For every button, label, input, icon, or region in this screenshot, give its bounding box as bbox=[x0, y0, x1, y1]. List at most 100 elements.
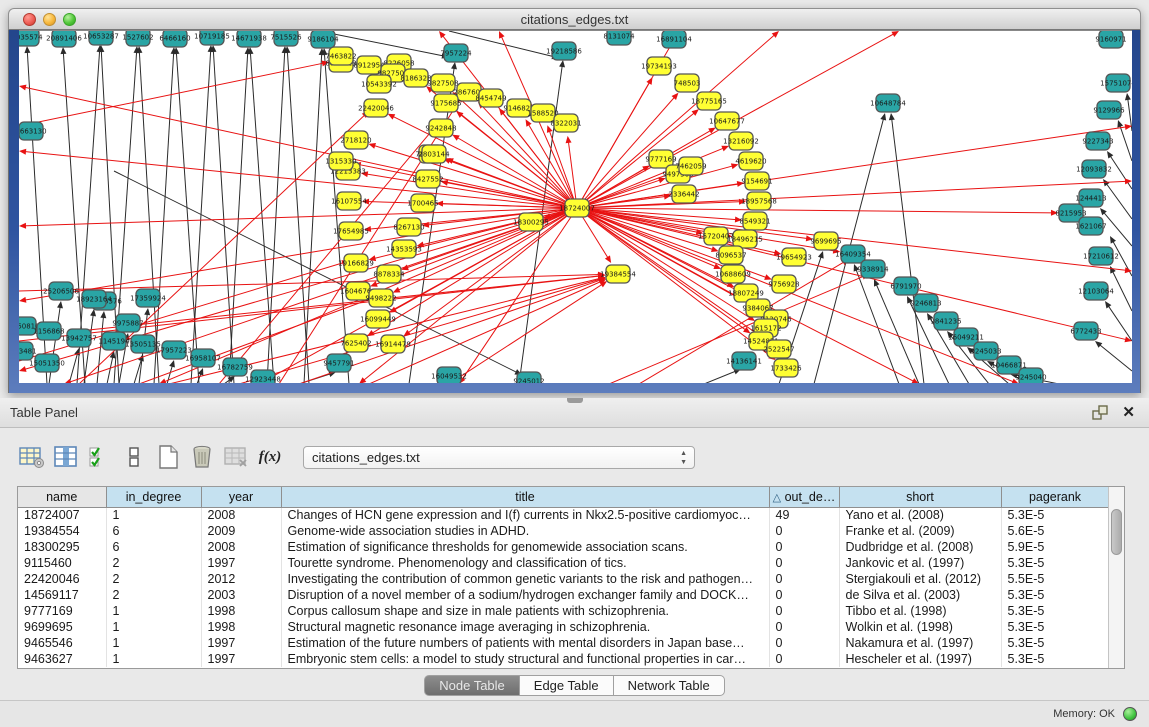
table-row[interactable]: 969969511998Structural magnetic resonanc… bbox=[18, 619, 1109, 635]
minimize-window-button[interactable] bbox=[43, 13, 56, 26]
graph-node[interactable]: 8322031 bbox=[550, 114, 581, 132]
table-row[interactable]: 1872400712008Changes of HCN gene express… bbox=[18, 507, 1109, 523]
graph-node[interactable]: 1733426 bbox=[770, 359, 802, 377]
column-visibility-icon[interactable] bbox=[51, 442, 81, 472]
zoom-window-button[interactable] bbox=[63, 13, 76, 26]
table-row[interactable]: 911546021997Tourette syndrome. Phenomeno… bbox=[18, 555, 1109, 571]
table-row[interactable]: 1830029562008Estimation of significance … bbox=[18, 539, 1109, 555]
graph-node[interactable]: 9227343 bbox=[1082, 132, 1113, 150]
graph-node[interactable]: 2663130 bbox=[19, 122, 47, 140]
table-select-dropdown[interactable]: citations_edges.txt ▲▼ bbox=[303, 446, 695, 469]
table-row[interactable]: 1456911722003Disruption of a novel membe… bbox=[18, 587, 1109, 603]
graph-node[interactable]: 8549321 bbox=[739, 212, 770, 230]
graph-node[interactable]: 9246813 bbox=[910, 294, 941, 312]
graph-node[interactable]: 10648784 bbox=[870, 94, 906, 112]
column-header-name[interactable]: name bbox=[18, 487, 106, 507]
column-header-short[interactable]: short bbox=[839, 487, 1001, 507]
table-row[interactable]: 2242004622012Investigating the contribut… bbox=[18, 571, 1109, 587]
graph-node[interactable]: 9129966 bbox=[1093, 101, 1125, 119]
graph-node[interactable]: 12093832 bbox=[1076, 160, 1112, 178]
graph-node[interactable]: 8096537 bbox=[715, 246, 746, 264]
graph-node[interactable]: 9160971 bbox=[1095, 31, 1126, 48]
graph-node[interactable]: 17359924 bbox=[130, 289, 166, 307]
network-canvas[interactable]: 4035574208914061065328715276026466160107… bbox=[19, 30, 1132, 383]
graph-node[interactable]: 2718120 bbox=[340, 131, 371, 149]
table-row[interactable]: 1938455462009Genome-wide association stu… bbox=[18, 523, 1109, 539]
graph-node[interactable]: 9498222 bbox=[365, 289, 396, 307]
graph-node[interactable]: 15751074 bbox=[1100, 74, 1132, 92]
graph-node[interactable]: 9242848 bbox=[425, 119, 456, 137]
column-header-pagerank[interactable]: pagerank bbox=[1001, 487, 1109, 507]
tab-network-table[interactable]: Network Table bbox=[614, 675, 725, 696]
row-select-checks-icon[interactable] bbox=[85, 442, 115, 472]
tab-node-table[interactable]: Node Table bbox=[424, 675, 520, 696]
graph-node[interactable]: 25206506 bbox=[43, 282, 79, 300]
graph-node[interactable]: 9699695 bbox=[810, 232, 841, 250]
graph-node[interactable]: 10653287 bbox=[83, 31, 119, 45]
graph-node[interactable]: 20891406 bbox=[46, 31, 82, 47]
close-panel-icon[interactable]: ✕ bbox=[1122, 403, 1135, 421]
graph-node[interactable]: 17210612 bbox=[1083, 247, 1119, 265]
graph-node[interactable]: 2522547 bbox=[763, 340, 794, 358]
graph-node[interactable]: 7957224 bbox=[440, 44, 472, 62]
graph-node[interactable]: 9313481 bbox=[19, 342, 37, 360]
graph-node[interactable]: 14671938 bbox=[231, 31, 267, 47]
graph-node[interactable]: 1156868 bbox=[33, 322, 64, 340]
graph-node[interactable]: 10647677 bbox=[709, 112, 745, 130]
graph-node[interactable]: 16107554 bbox=[331, 192, 367, 210]
graph-node[interactable]: 12103064 bbox=[1078, 282, 1114, 300]
column-chooser-icon[interactable] bbox=[119, 442, 149, 472]
graph-node[interactable]: 9338914 bbox=[857, 260, 889, 278]
graph-node[interactable]: 9154691 bbox=[741, 172, 772, 190]
graph-node[interactable]: 4035574 bbox=[19, 31, 43, 46]
graph-node[interactable]: 7463822 bbox=[325, 47, 356, 65]
graph-node[interactable]: 9245033 bbox=[970, 342, 1001, 360]
graph-node[interactable]: 2336442 bbox=[668, 185, 699, 203]
graph-node[interactable]: 7515526 bbox=[270, 31, 302, 46]
graph-node[interactable]: 18775165 bbox=[691, 92, 727, 110]
graph-node[interactable]: 19384554 bbox=[600, 265, 636, 283]
graph-node[interactable]: 9245012 bbox=[513, 372, 544, 383]
graph-node[interactable]: 16914479 bbox=[375, 335, 411, 353]
graph-node[interactable]: 18957568 bbox=[741, 192, 777, 210]
graph-node[interactable]: 1315330 bbox=[325, 152, 356, 170]
graph-node[interactable]: 2803144 bbox=[418, 145, 450, 163]
graph-node[interactable]: 12923448 bbox=[245, 370, 281, 383]
tab-edge-table[interactable]: Edge Table bbox=[520, 675, 614, 696]
graph-node[interactable]: 19734193 bbox=[641, 57, 677, 75]
panel-drag-handle[interactable] bbox=[567, 398, 583, 403]
graph-node[interactable]: 9245040 bbox=[1015, 368, 1046, 383]
graph-node[interactable]: 10719185 bbox=[194, 31, 230, 45]
function-builder-icon[interactable]: f(x) bbox=[255, 442, 285, 472]
table-settings-icon[interactable] bbox=[17, 442, 47, 472]
network-window-titlebar[interactable]: citations_edges.txt bbox=[8, 8, 1141, 30]
graph-node[interactable]: 8454749 bbox=[475, 89, 506, 107]
graph-node[interactable]: 9756928 bbox=[768, 275, 799, 293]
graph-node[interactable]: 13216092 bbox=[723, 132, 759, 150]
table-row[interactable]: 946362711997Embryonic stem cells: a mode… bbox=[18, 651, 1109, 667]
citation-network-graph[interactable]: 4035574208914061065328715276026466160107… bbox=[19, 31, 1132, 383]
graph-node[interactable]: 748503 bbox=[674, 74, 701, 92]
graph-node[interactable]: 14136141 bbox=[726, 352, 762, 370]
column-header-out_degree[interactable]: △ out_de… bbox=[769, 487, 839, 507]
graph-node[interactable]: 16782759 bbox=[217, 358, 253, 376]
graph-node[interactable]: 1527602 bbox=[122, 31, 153, 46]
graph-node[interactable]: 1700465 bbox=[407, 194, 438, 212]
graph-node[interactable]: 16049532 bbox=[431, 367, 467, 383]
graph-node[interactable]: 6791970 bbox=[890, 277, 921, 295]
float-panel-icon[interactable] bbox=[1091, 404, 1109, 422]
table-scrollbar-thumb[interactable] bbox=[1111, 509, 1122, 555]
close-window-button[interactable] bbox=[23, 13, 36, 26]
graph-node[interactable]: 9186104 bbox=[307, 31, 339, 48]
graph-node[interactable]: 8267130 bbox=[393, 218, 424, 236]
graph-node[interactable]: 1621067 bbox=[1075, 217, 1106, 235]
graph-node[interactable]: 8878334 bbox=[373, 265, 405, 283]
graph-node[interactable]: 6772433 bbox=[1070, 322, 1101, 340]
table-row[interactable]: 977716911998Corpus callosum shape and si… bbox=[18, 603, 1109, 619]
graph-node[interactable]: 9841235 bbox=[930, 312, 961, 330]
table-row[interactable]: 946554611997Estimation of the future num… bbox=[18, 635, 1109, 651]
graph-node[interactable]: 4619620 bbox=[735, 152, 766, 170]
graph-node[interactable]: 16891104 bbox=[656, 31, 692, 48]
column-header-in_degree[interactable]: in_degree bbox=[106, 487, 201, 507]
delete-column-icon[interactable] bbox=[187, 442, 217, 472]
